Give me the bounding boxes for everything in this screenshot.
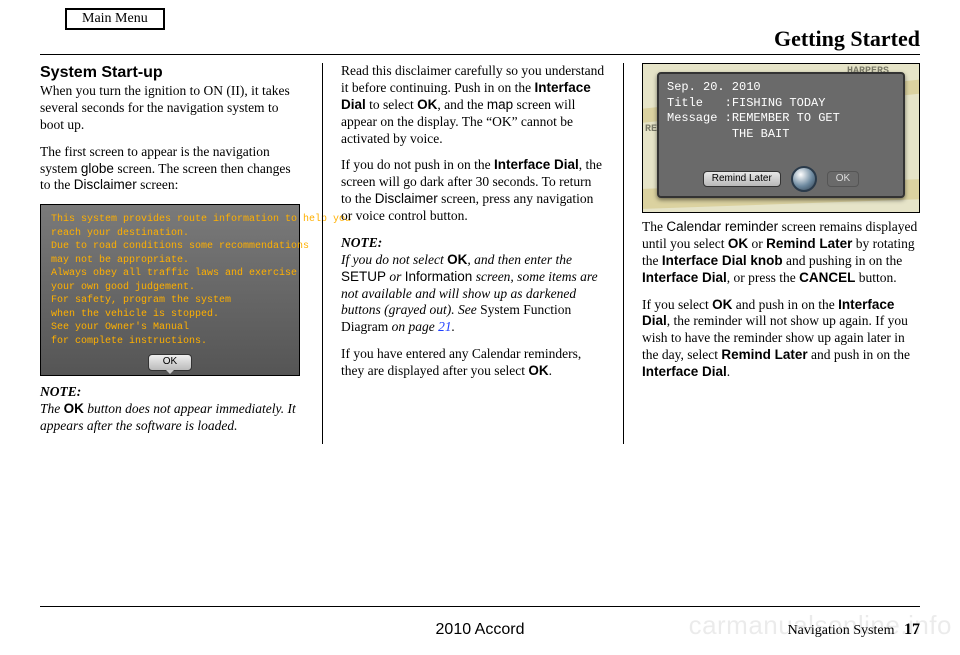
text: If you do not select bbox=[341, 252, 447, 267]
text: If you do not push in on the bbox=[341, 157, 494, 172]
disclaimer-line: Always obey all traffic laws and exercis… bbox=[51, 267, 289, 281]
title-label: Title : bbox=[667, 96, 732, 110]
footer-rule bbox=[40, 606, 920, 607]
text: . bbox=[727, 364, 730, 379]
calendar-date: Sep. 20. 2010 bbox=[667, 80, 895, 96]
header-rule bbox=[40, 54, 920, 55]
interface-dial-term: Interface Dial bbox=[642, 364, 727, 379]
note-label: NOTE: bbox=[40, 384, 81, 399]
calendar-reminder-term: Calendar reminder bbox=[666, 219, 778, 234]
column-separator bbox=[322, 63, 323, 444]
section-title: System Start-up bbox=[40, 64, 163, 81]
setup-term: SETUP bbox=[341, 269, 386, 284]
column-separator bbox=[623, 63, 624, 444]
cancel-term: CANCEL bbox=[799, 270, 855, 285]
column-2: Read this disclaimer carefully so you un… bbox=[341, 63, 605, 444]
text: and push in on the bbox=[808, 347, 910, 362]
message-line: REMEMBER TO GET bbox=[732, 111, 840, 125]
text: to select bbox=[366, 97, 417, 112]
interface-dial-term: Interface Dial bbox=[494, 157, 579, 172]
footer-center: 2010 Accord bbox=[40, 621, 920, 639]
disclaimer-line: Due to road conditions some recommendati… bbox=[51, 240, 289, 254]
text: , and then enter the bbox=[467, 252, 572, 267]
dial-knob-icon bbox=[791, 166, 817, 192]
text: The bbox=[642, 219, 666, 234]
footer: 2010 Accord Navigation System 17 bbox=[40, 621, 920, 639]
text: and pushing in on the bbox=[783, 253, 903, 268]
map-term: map bbox=[487, 97, 513, 112]
disclaimer-line: For safety, program the system bbox=[51, 294, 289, 308]
text: When you turn the ignition to ON (II), i… bbox=[40, 83, 290, 132]
calendar-ok-button: OK bbox=[827, 171, 859, 188]
text: , or press the bbox=[727, 270, 799, 285]
message-line bbox=[667, 127, 732, 141]
text: The bbox=[40, 401, 64, 416]
remind-later-button: Remind Later bbox=[703, 171, 781, 188]
disclaimer-line: See your Owner's Manual bbox=[51, 321, 289, 335]
ok-term: OK bbox=[417, 97, 437, 112]
text: screen: bbox=[137, 177, 179, 192]
title-value: FISHING TODAY bbox=[732, 96, 826, 110]
disclaimer-term: Disclaimer bbox=[375, 191, 438, 206]
main-menu-label: Main Menu bbox=[82, 11, 148, 26]
main-menu-button[interactable]: Main Menu bbox=[65, 8, 165, 30]
text: , and the bbox=[437, 97, 487, 112]
remind-later-term: Remind Later bbox=[766, 236, 852, 251]
map-label: RE bbox=[645, 124, 657, 137]
text: . bbox=[452, 319, 455, 334]
text: or bbox=[748, 236, 766, 251]
column-3: HARPERS RE Sep. 20. 2010 Title :FISHING … bbox=[642, 63, 920, 444]
globe-term: globe bbox=[81, 161, 114, 176]
ok-term: OK bbox=[712, 297, 732, 312]
text: on page bbox=[388, 319, 438, 334]
disclaimer-ok-button: OK bbox=[148, 354, 192, 371]
text: or bbox=[386, 269, 405, 284]
note-label: NOTE: bbox=[341, 235, 382, 250]
disclaimer-term: Disclaimer bbox=[74, 177, 137, 192]
text: and push in on the bbox=[732, 297, 838, 312]
disclaimer-line: may not be appropriate. bbox=[51, 254, 289, 268]
disclaimer-line: for complete instructions. bbox=[51, 335, 289, 349]
disclaimer-line: reach your destination. bbox=[51, 227, 289, 241]
message-line: THE BAIT bbox=[732, 127, 790, 141]
text: . bbox=[549, 363, 552, 378]
ok-term: OK bbox=[528, 363, 548, 378]
information-term: Information bbox=[405, 269, 473, 284]
ok-term: OK bbox=[447, 252, 467, 267]
interface-dial-term: Interface Dial bbox=[642, 270, 727, 285]
column-1: System Start-up When you turn the igniti… bbox=[40, 63, 304, 444]
remind-later-term: Remind Later bbox=[721, 347, 807, 362]
calendar-reminder-screenshot: HARPERS RE Sep. 20. 2010 Title :FISHING … bbox=[642, 63, 920, 213]
message-label: Message : bbox=[667, 111, 732, 125]
page-link-21[interactable]: 21 bbox=[438, 319, 452, 334]
text: button. bbox=[855, 270, 896, 285]
calendar-panel: Sep. 20. 2010 Title :FISHING TODAY Messa… bbox=[657, 72, 905, 198]
ok-term: OK bbox=[64, 401, 84, 416]
content-columns: System Start-up When you turn the igniti… bbox=[40, 63, 920, 444]
disclaimer-screenshot: This system provides route information t… bbox=[40, 204, 300, 376]
interface-dial-knob-term: Interface Dial knob bbox=[662, 253, 783, 268]
disclaimer-line: when the vehicle is stopped. bbox=[51, 308, 289, 322]
text: If you select bbox=[642, 297, 712, 312]
disclaimer-line: your own good judgement. bbox=[51, 281, 289, 295]
page-title: Getting Started bbox=[40, 26, 920, 52]
ok-term: OK bbox=[728, 236, 748, 251]
disclaimer-line: This system provides route information t… bbox=[51, 213, 289, 227]
